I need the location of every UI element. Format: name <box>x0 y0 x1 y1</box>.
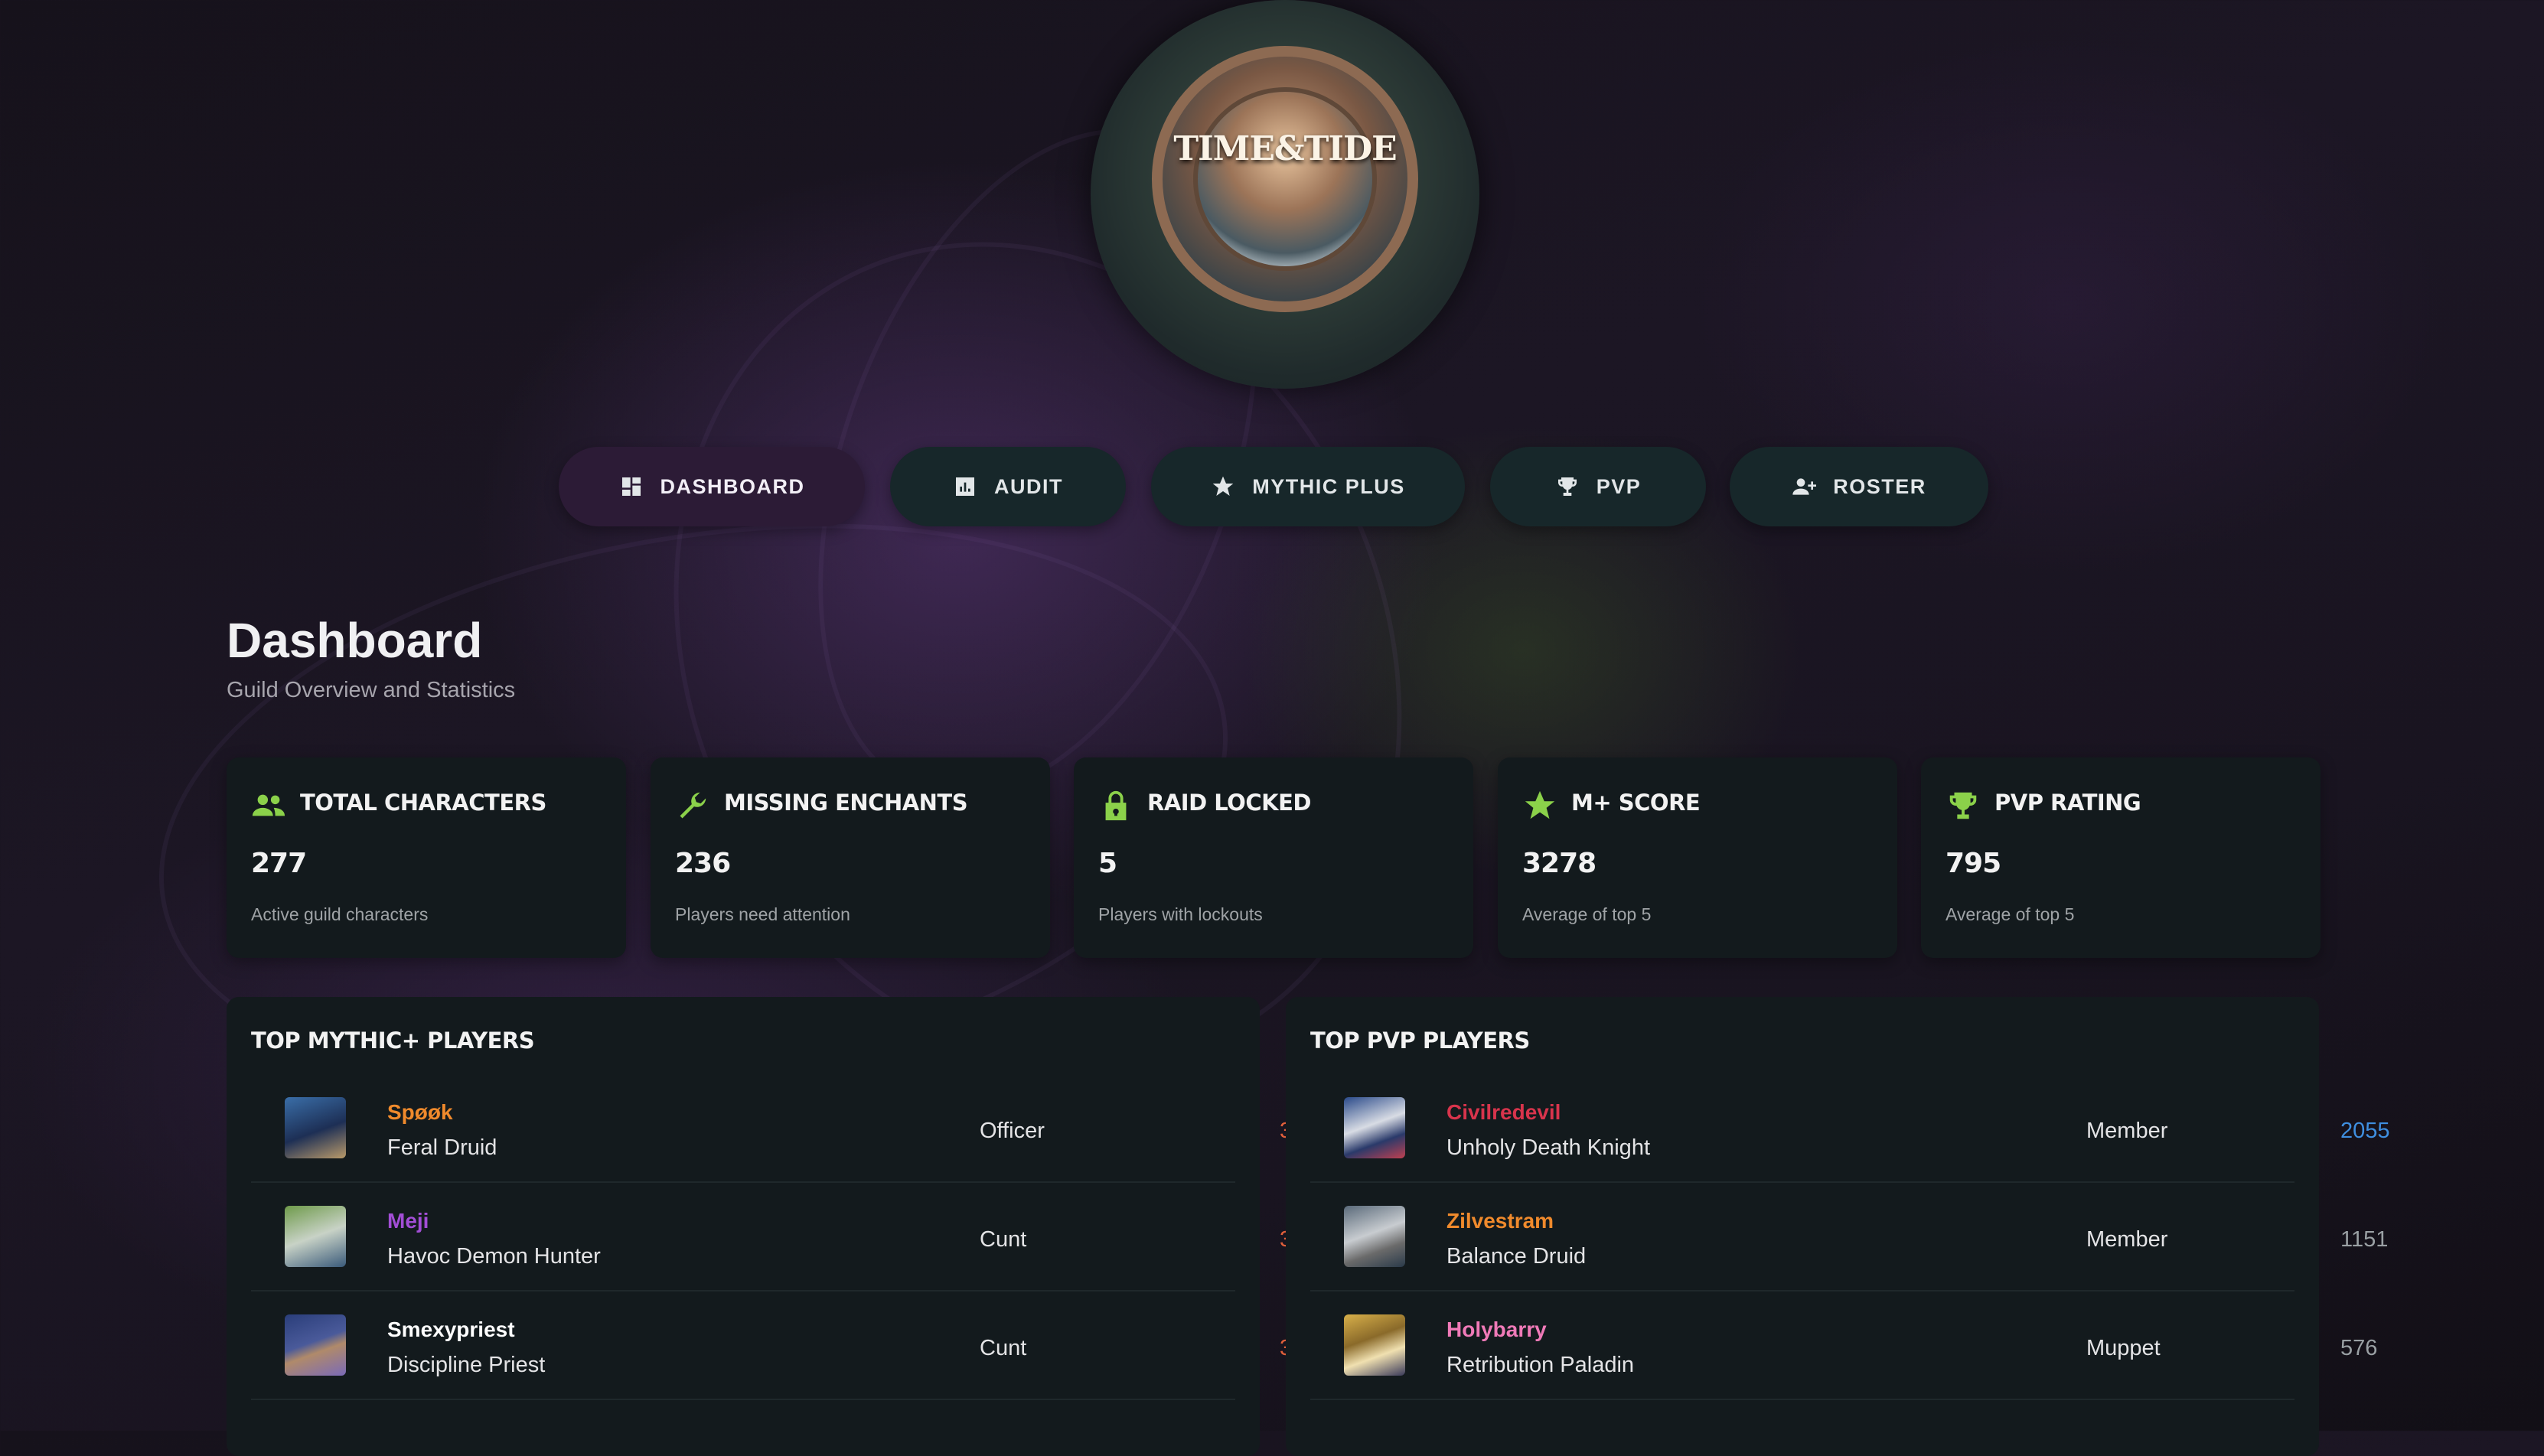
player-avatar <box>1344 1097 1405 1158</box>
nav-roster-label: ROSTER <box>1833 474 1926 498</box>
player-name[interactable]: Spøøk <box>387 1100 453 1125</box>
page-title: Dashboard <box>227 613 483 668</box>
stat-label: PVP RATING <box>1994 790 2141 816</box>
stat-label: M+ SCORE <box>1571 790 1701 816</box>
player-name[interactable]: Civilredevil <box>1446 1100 1561 1125</box>
add-person-icon <box>1792 478 1817 495</box>
stat-description: Players need attention <box>675 904 850 924</box>
logo-text: TIME&TIDE <box>1173 129 1397 168</box>
top-mythic-players-panel: TOP MYTHIC+ PLAYERS Spøøk Feral Druid Of… <box>227 997 1329 1456</box>
nav-dashboard-button[interactable]: DASHBOARD <box>559 447 865 526</box>
dashboard-icon <box>621 477 641 496</box>
nav-roster-button[interactable]: ROSTER <box>1730 447 1988 526</box>
player-rank: Member <box>2086 1227 2168 1252</box>
player-name[interactable]: Meji <box>387 1209 429 1233</box>
player-name[interactable]: Zilvestram <box>1446 1209 1554 1233</box>
player-spec: Retribution Paladin <box>1446 1353 1635 1377</box>
player-spec: Havoc Demon Hunter <box>387 1244 601 1269</box>
stat-description: Players with lockouts <box>1098 904 1263 924</box>
stat-card-total-characters: TOTAL CHARACTERS 277 Active guild charac… <box>227 757 626 958</box>
player-name[interactable]: Smexypriest <box>387 1318 515 1342</box>
nav-pvp-label: PVP <box>1596 474 1642 498</box>
player-row[interactable]: Civilredevil Unholy Death Knight Member … <box>1310 1073 2390 1183</box>
player-rank: Cunt <box>980 1336 1027 1360</box>
player-avatar <box>285 1097 346 1158</box>
player-rank: Member <box>2086 1119 2168 1143</box>
stat-value: 277 <box>251 848 307 879</box>
stat-value: 795 <box>1946 848 2001 879</box>
player-row[interactable]: Holybarry Retribution Paladin Muppet 576 <box>1310 1290 2377 1400</box>
stat-label: TOTAL CHARACTERS <box>300 790 546 816</box>
stat-description: Average of top 5 <box>1946 904 2075 924</box>
star-icon <box>1212 476 1234 496</box>
stat-description: Active guild characters <box>251 904 429 924</box>
stat-label: MISSING ENCHANTS <box>724 790 968 816</box>
player-spec: Unholy Death Knight <box>1446 1135 1650 1160</box>
stat-label: RAID LOCKED <box>1147 790 1311 816</box>
player-score: 1151 <box>2340 1227 2389 1252</box>
lock-icon <box>1098 788 1133 823</box>
player-rank: Muppet <box>2086 1336 2161 1360</box>
panel-title: TOP PVP PLAYERS <box>1310 1028 1530 1054</box>
player-row[interactable]: Zilvestram Balance Druid Member 1151 <box>1310 1181 2388 1292</box>
player-avatar <box>1344 1314 1405 1376</box>
stat-description: Average of top 5 <box>1522 904 1652 924</box>
stat-value: 3278 <box>1522 848 1597 879</box>
nav-mythic-plus-button[interactable]: MYTHIC PLUS <box>1151 447 1465 526</box>
player-row[interactable]: Smexypriest Discipline Priest Cunt 3318 <box>251 1290 1329 1400</box>
player-rank: Cunt <box>980 1227 1027 1252</box>
player-row[interactable]: Spøøk Feral Druid Officer 3318 <box>251 1073 1329 1183</box>
stat-card-raid-locked: RAID LOCKED 5 Players with lockouts <box>1074 757 1473 958</box>
player-rank: Officer <box>980 1119 1045 1143</box>
nav-dashboard-label: DASHBOARD <box>660 474 805 498</box>
wrench-icon <box>675 788 710 823</box>
player-score: 2055 <box>2340 1119 2390 1143</box>
player-avatar <box>285 1206 346 1267</box>
stat-value: 5 <box>1098 848 1117 879</box>
player-name[interactable]: Holybarry <box>1446 1318 1547 1342</box>
player-spec: Discipline Priest <box>387 1353 546 1377</box>
player-spec: Feral Druid <box>387 1135 497 1160</box>
logo-emblem: TIME&TIDE <box>1152 46 1418 312</box>
people-icon <box>251 788 286 823</box>
top-pvp-players-panel: TOP PVP PLAYERS Civilredevil Unholy Deat… <box>1286 997 2390 1456</box>
nav-pvp-button[interactable]: PVP <box>1490 447 1706 526</box>
nav-mythic-plus-label: MYTHIC PLUS <box>1252 474 1405 498</box>
main-nav: DASHBOARD AUDIT MYTHIC PLUS PVP ROSTER <box>0 447 2544 526</box>
page-subtitle: Guild Overview and Statistics <box>227 678 516 702</box>
player-score: 576 <box>2340 1336 2378 1360</box>
logo-castle-art <box>1193 87 1377 271</box>
player-spec: Balance Druid <box>1446 1244 1587 1269</box>
player-avatar <box>285 1314 346 1376</box>
nav-audit-label: AUDIT <box>994 474 1063 498</box>
guild-logo[interactable]: TIME&TIDE <box>1091 0 1479 389</box>
player-avatar <box>1344 1206 1405 1267</box>
player-row[interactable]: Meji Havoc Demon Hunter Cunt 3318 <box>251 1181 1329 1292</box>
trophy-icon <box>1946 788 1981 823</box>
stat-card-pvp-rating: PVP RATING 795 Average of top 5 <box>1921 757 2321 958</box>
bar-chart-icon <box>956 477 974 496</box>
nav-audit-button[interactable]: AUDIT <box>890 447 1126 526</box>
star-icon <box>1522 788 1557 823</box>
stat-card-m-plus-score: M+ SCORE 3278 Average of top 5 <box>1498 757 1897 958</box>
trophy-icon <box>1557 477 1577 496</box>
stat-card-missing-enchants: MISSING ENCHANTS 236 Players need attent… <box>651 757 1050 958</box>
stat-value: 236 <box>675 848 731 879</box>
panel-title: TOP MYTHIC+ PLAYERS <box>251 1028 535 1054</box>
